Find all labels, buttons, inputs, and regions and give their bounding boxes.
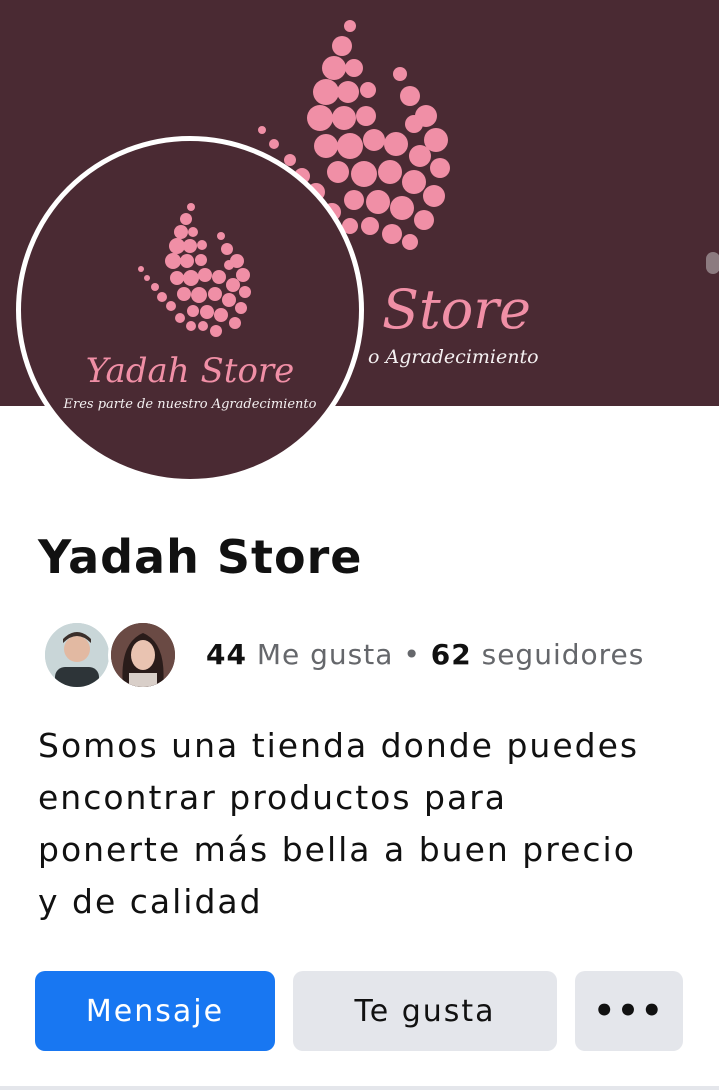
avatar-tagline-text: Eres parte de nuestro Agradecimiento	[63, 397, 317, 412]
followers-count: 62	[430, 638, 472, 671]
about-line: ponerte más bella a buen precio	[38, 830, 636, 869]
like-button[interactable]: Te gusta	[293, 971, 557, 1051]
stats-separator: •	[403, 638, 421, 671]
page-about: Somos una tienda donde puedes encontrar …	[38, 720, 688, 928]
likes-label: Me gusta	[256, 638, 394, 671]
likes-count: 44	[206, 638, 247, 671]
cover-edge-handle	[706, 252, 719, 274]
message-button[interactable]: Mensaje	[35, 971, 275, 1051]
friend-avatar[interactable]	[108, 620, 178, 690]
page-title: Yadah Store	[38, 530, 363, 584]
cover-tagline-text: o Agradecimiento	[368, 346, 539, 368]
cover-brand-text: Store	[382, 278, 531, 341]
about-line: encontrar productos para	[38, 778, 508, 817]
profile-picture[interactable]: Yadah Store Eres parte de nuestro Agrade…	[16, 136, 364, 484]
followers-label: seguidores	[481, 638, 645, 671]
person-icon	[45, 623, 109, 687]
friends-avatars[interactable]	[42, 620, 182, 692]
more-icon: •••	[593, 991, 665, 1031]
flame-logo-icon	[138, 203, 251, 337]
message-button-label: Mensaje	[85, 993, 225, 1029]
friend-avatar[interactable]	[42, 620, 112, 690]
divider	[0, 1086, 719, 1090]
avatar-brand-text: Yadah Store	[85, 351, 295, 391]
about-line: y de calidad	[38, 882, 263, 921]
like-button-label: Te gusta	[354, 993, 496, 1029]
page-stats: 44 Me gusta • 62 seguidores	[206, 638, 644, 671]
about-line: Somos una tienda donde puedes	[38, 726, 640, 765]
person-icon	[111, 623, 175, 687]
more-options-button[interactable]: •••	[575, 971, 683, 1051]
